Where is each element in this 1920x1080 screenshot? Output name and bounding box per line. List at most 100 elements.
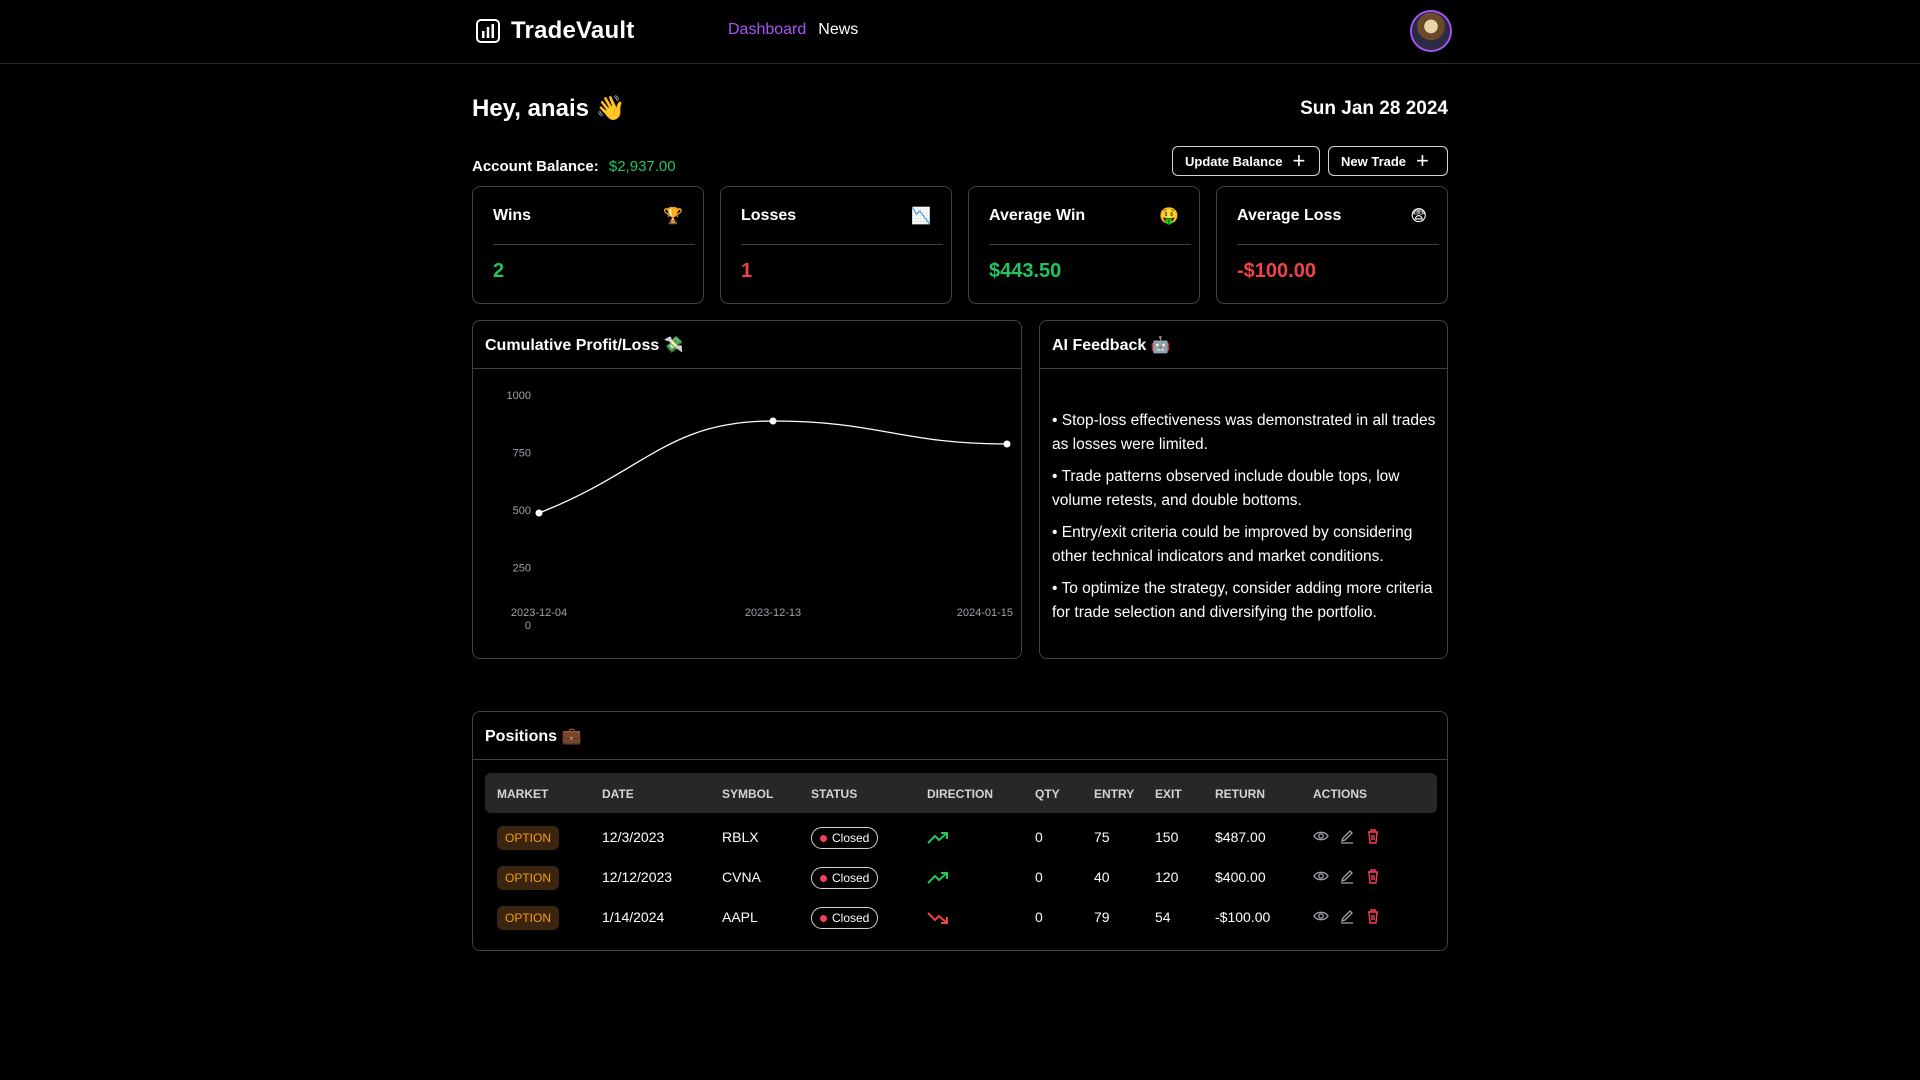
cell-date: 12/3/2023 — [602, 829, 665, 845]
balance-value: $2,937.00 — [608, 158, 676, 175]
x-tick-label: 2023-12-13 — [745, 607, 801, 619]
bar-chart-icon — [476, 19, 500, 43]
cell-date: 1/14/2024 — [602, 909, 665, 925]
market-badge: OPTION — [497, 906, 560, 930]
table-row[interactable]: OPTION 12/3/2023 RBLX Closed 0 75 150 $4… — [485, 826, 1437, 866]
col-direction[interactable]: DIRECTION — [927, 787, 993, 801]
cell-symbol: CVNA — [722, 869, 761, 885]
stat-value: $443.50 — [989, 260, 1062, 282]
col-date[interactable]: DATE — [602, 787, 634, 801]
trending-up-icon — [927, 872, 948, 884]
cumulative-pl-panel: Cumulative Profit/Loss 💸 0 250 500 750 1000 2… — [472, 320, 1022, 659]
cell-return: $487.00 — [1215, 829, 1266, 845]
cell-entry: 40 — [1094, 869, 1110, 885]
fearful-face-icon: 😨 — [1410, 207, 1427, 225]
ai-feedback-item: • Trade patterns observed include double… — [1052, 468, 1400, 509]
stat-value: -$100.00 — [1237, 260, 1316, 282]
cell-return: -$100.00 — [1215, 909, 1271, 925]
positions-title: Positions 💼 — [473, 712, 1447, 760]
plus-icon: + — [1292, 148, 1306, 173]
greeting-row: Hey, anais 👋 Sun Jan 28 2024 — [472, 94, 1448, 128]
chart-title: Cumulative Profit/Loss 💸 — [473, 321, 1021, 369]
status-badge: Closed — [811, 867, 879, 889]
eye-icon[interactable] — [1313, 868, 1329, 884]
status-badge: Closed — [811, 907, 879, 929]
stat-title: Average Loss — [1237, 206, 1342, 224]
stat-card-average-win: Average Win 🤑 $443.50 — [968, 186, 1200, 304]
stat-card-average-loss: Average Loss 😨 -$100.00 — [1216, 186, 1448, 304]
cell-symbol: RBLX — [722, 829, 759, 845]
eye-icon[interactable] — [1313, 828, 1329, 844]
data-point — [769, 417, 777, 425]
positions-panel: Positions 💼 MARKET DATE SYMBOL STATUS DI… — [472, 711, 1448, 951]
col-exit[interactable]: EXIT — [1155, 787, 1182, 801]
ai-feedback-item: • Stop-loss effectiveness was demonstrat… — [1052, 412, 1436, 453]
ai-feedback-panel: AI Feedback 🤖 • Stop-loss effectiveness … — [1039, 320, 1448, 659]
new-trade-button[interactable]: New Trade + — [1328, 146, 1448, 176]
col-symbol[interactable]: SYMBOL — [722, 787, 773, 801]
stat-title: Wins — [493, 206, 532, 224]
ai-feedback-title: AI Feedback 🤖 — [1040, 321, 1447, 369]
cell-qty: 0 — [1035, 909, 1043, 925]
table-row[interactable]: OPTION 12/12/2023 CVNA Closed 0 40 120 $… — [485, 866, 1437, 906]
money-face-icon: 🤑 — [1159, 207, 1179, 225]
col-return[interactable]: RETURN — [1215, 787, 1265, 801]
edit-pencil-icon[interactable] — [1339, 828, 1355, 844]
ai-feedback-list: • Stop-loss effectiveness was demonstrat… — [1040, 369, 1447, 625]
stat-card-losses: Losses 📉 1 — [720, 186, 952, 304]
y-tick-label: 500 — [513, 505, 531, 517]
chart-decreasing-icon: 📉 — [911, 207, 931, 225]
cell-entry: 75 — [1094, 829, 1110, 845]
market-badge: OPTION — [497, 826, 560, 850]
y-tick-label: 750 — [513, 448, 531, 460]
cell-return: $400.00 — [1215, 869, 1266, 885]
stat-title: Average Win — [989, 206, 1086, 224]
trash-icon[interactable] — [1365, 868, 1381, 884]
nav-link-news[interactable]: News — [818, 21, 858, 39]
col-actions: ACTIONS — [1313, 787, 1367, 801]
data-point — [535, 509, 543, 517]
eye-icon[interactable] — [1313, 908, 1329, 924]
plus-icon: + — [1416, 148, 1429, 173]
account-balance: Account Balance: $2,937.00 — [472, 158, 676, 175]
status-dot — [820, 834, 827, 842]
y-tick-label: 0 — [525, 620, 531, 632]
update-balance-button[interactable]: Update Balance + — [1172, 146, 1320, 176]
col-market[interactable]: MARKET — [497, 787, 548, 801]
balance-label: Account Balance: — [472, 158, 599, 175]
edit-pencil-icon[interactable] — [1339, 868, 1355, 884]
status-text: Closed — [832, 911, 870, 925]
stat-value: 1 — [741, 260, 753, 282]
update-balance-label: Update Balance — [1185, 153, 1283, 169]
data-point — [1003, 440, 1011, 448]
status-badge: Closed — [811, 827, 879, 849]
current-date: Sun Jan 28 2024 — [1300, 98, 1448, 119]
cumulative-pl-line — [538, 420, 1008, 514]
cell-entry: 79 — [1094, 909, 1110, 925]
logo[interactable]: TradeVault — [475, 17, 634, 45]
cell-exit: 150 — [1155, 829, 1179, 845]
stat-title: Losses — [741, 206, 797, 224]
table-header: MARKET DATE SYMBOL STATUS DIRECTION QTY … — [485, 773, 1437, 813]
col-qty[interactable]: QTY — [1035, 787, 1060, 801]
trending-down-icon — [927, 912, 948, 924]
greeting: Hey, anais 👋 — [472, 95, 626, 122]
cell-qty: 0 — [1035, 869, 1043, 885]
trophy-icon: 🏆 — [663, 207, 683, 225]
status-text: Closed — [832, 871, 870, 885]
user-avatar[interactable] — [1412, 12, 1450, 50]
table-row[interactable]: OPTION 1/14/2024 AAPL Closed 0 79 54 -$1… — [485, 906, 1437, 946]
nav-links: Dashboard News — [728, 21, 858, 39]
nav-link-dashboard[interactable]: Dashboard — [728, 21, 806, 39]
ai-feedback-item: • Entry/exit criteria could be improved … — [1052, 524, 1413, 565]
col-entry[interactable]: ENTRY — [1094, 787, 1134, 801]
y-tick-label: 250 — [513, 563, 531, 575]
col-status[interactable]: STATUS — [811, 787, 857, 801]
edit-pencil-icon[interactable] — [1339, 908, 1355, 924]
cumulative-pl-chart: 0 250 500 750 1000 2023-12-04 2023-12-13 2024-0… — [507, 390, 1013, 632]
trending-up-icon — [927, 832, 948, 844]
brand-name: TradeVault — [511, 17, 635, 44]
trash-icon[interactable] — [1365, 828, 1381, 844]
cell-symbol: AAPL — [722, 909, 758, 925]
trash-icon[interactable] — [1365, 908, 1381, 924]
